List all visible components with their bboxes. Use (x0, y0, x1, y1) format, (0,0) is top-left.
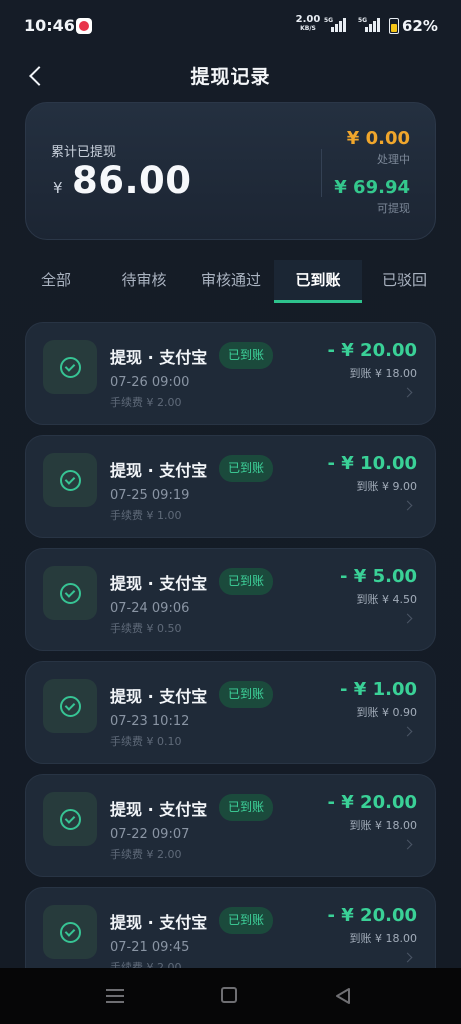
record-time: 07-24 09:06 (110, 601, 190, 616)
check-circle-icon (43, 340, 97, 394)
check-circle-icon (43, 453, 97, 507)
chevron-right-icon (402, 500, 413, 511)
chevron-right-icon (402, 387, 413, 398)
battery-icon (389, 18, 399, 34)
record-received: 到账 ¥ 18.00 (349, 367, 417, 380)
chevron-right-icon (402, 613, 413, 624)
withdraw-record-list: 提现 · 支付宝 已到账 07-26 09:00 手续费 ¥ 2.00 - ¥ … (25, 322, 436, 968)
record-item[interactable]: 提现 · 支付宝 已到账 07-24 09:06 手续费 ¥ 0.50 - ¥ … (25, 548, 436, 651)
page-title: 提现记录 (190, 66, 271, 88)
record-time: 07-21 09:45 (110, 940, 190, 955)
record-amount: - ¥ 20.00 (327, 340, 417, 361)
signal-icon: 5G (324, 17, 346, 33)
check-circle-icon (43, 792, 97, 846)
record-received: 到账 ¥ 9.00 (356, 480, 417, 493)
record-amount: - ¥ 1.00 (340, 679, 417, 700)
record-time: 07-22 09:07 (110, 827, 190, 842)
check-circle-icon (43, 905, 97, 959)
record-fee: 手续费 ¥ 0.50 (110, 622, 182, 635)
record-received: 到账 ¥ 0.90 (356, 706, 417, 719)
record-time: 07-25 09:19 (110, 488, 190, 503)
home-icon[interactable] (221, 987, 237, 1003)
status-badge: 已到账 (219, 907, 273, 934)
pending-amount: ¥ 0.00 (346, 128, 410, 149)
record-fee: 手续费 ¥ 2.00 (110, 848, 182, 861)
record-title: 提现 · 支付宝 (110, 687, 208, 706)
status-badge: 已到账 (219, 568, 273, 595)
record-time: 07-23 10:12 (110, 714, 190, 729)
system-navigation-bar (0, 968, 461, 1024)
available-label: 可提现 (377, 202, 410, 215)
record-title: 提现 · 支付宝 (110, 348, 208, 367)
network-speed: 2.00 KB/S (294, 15, 322, 33)
total-withdrawn-label: 累计已提现 (51, 145, 117, 160)
status-badge: 已到账 (219, 342, 273, 369)
record-received: 到账 ¥ 4.50 (356, 593, 417, 606)
total-currency-symbol: ¥ (53, 179, 63, 197)
available-amount: ¥ 69.94 (334, 177, 410, 198)
record-title: 提现 · 支付宝 (110, 574, 208, 593)
record-amount: - ¥ 10.00 (327, 453, 417, 474)
status-badge: 已到账 (219, 455, 273, 482)
status-time: 10:46 (24, 16, 75, 35)
record-fee: 手续费 ¥ 0.10 (110, 735, 182, 748)
status-badge: 已到账 (219, 794, 273, 821)
record-amount: - ¥ 20.00 (327, 905, 417, 926)
header: 提现记录 (0, 52, 461, 100)
record-time: 07-26 09:00 (110, 375, 190, 390)
chevron-right-icon (402, 726, 413, 737)
app-root: 10:46 2.00 KB/S 5G 5G 62% 提现记录 累计已提现 ¥ 8… (0, 0, 461, 1024)
signal-type-label: 5G (324, 17, 334, 24)
battery-percent: 62% (402, 17, 438, 35)
signal-icon-2: 5G (358, 17, 380, 33)
tab-all[interactable]: 全部 (14, 260, 98, 302)
total-withdrawn-amount: 86.00 (72, 159, 192, 202)
record-title: 提现 · 支付宝 (110, 913, 208, 932)
network-speed-value: 2.00 (295, 14, 321, 25)
check-circle-icon (43, 679, 97, 733)
back-triangle-icon[interactable] (334, 987, 351, 1005)
record-title: 提现 · 支付宝 (110, 461, 208, 480)
signal-type-label-2: 5G (358, 17, 368, 24)
check-circle-icon (43, 566, 97, 620)
record-fee: 手续费 ¥ 2.00 (110, 961, 182, 968)
summary-divider (321, 149, 322, 197)
pending-label: 处理中 (377, 153, 410, 166)
notification-app-icon (76, 18, 92, 34)
record-item[interactable]: 提现 · 支付宝 已到账 07-22 09:07 手续费 ¥ 2.00 - ¥ … (25, 774, 436, 877)
record-item[interactable]: 提现 · 支付宝 已到账 07-21 09:45 手续费 ¥ 2.00 - ¥ … (25, 887, 436, 968)
tab-approved[interactable]: 审核通过 (188, 260, 274, 302)
tab-received[interactable]: 已到账 (274, 260, 362, 303)
status-filter-tabs: 全部 待审核 审核通过 已到账 已驳回 (14, 260, 447, 304)
record-fee: 手续费 ¥ 2.00 (110, 396, 182, 409)
record-fee: 手续费 ¥ 1.00 (110, 509, 182, 522)
withdraw-summary-card: 累计已提现 ¥ 86.00 ¥ 0.00 处理中 ¥ 69.94 可提现 (25, 102, 436, 240)
chevron-right-icon (402, 839, 413, 850)
record-amount: - ¥ 20.00 (327, 792, 417, 813)
record-item[interactable]: 提现 · 支付宝 已到账 07-26 09:00 手续费 ¥ 2.00 - ¥ … (25, 322, 436, 425)
status-badge: 已到账 (219, 681, 273, 708)
record-received: 到账 ¥ 18.00 (349, 819, 417, 832)
chevron-right-icon (402, 952, 413, 963)
status-bar: 10:46 2.00 KB/S 5G 5G 62% (0, 0, 461, 52)
record-amount: - ¥ 5.00 (340, 566, 417, 587)
tab-pending-review[interactable]: 待审核 (102, 260, 186, 302)
tab-rejected[interactable]: 已驳回 (362, 260, 447, 302)
record-item[interactable]: 提现 · 支付宝 已到账 07-23 10:12 手续费 ¥ 0.10 - ¥ … (25, 661, 436, 764)
record-item[interactable]: 提现 · 支付宝 已到账 07-25 09:19 手续费 ¥ 1.00 - ¥ … (25, 435, 436, 538)
network-speed-unit: KB/S (300, 25, 316, 32)
record-received: 到账 ¥ 18.00 (349, 932, 417, 945)
recent-apps-icon[interactable] (106, 988, 124, 1004)
record-title: 提现 · 支付宝 (110, 800, 208, 819)
